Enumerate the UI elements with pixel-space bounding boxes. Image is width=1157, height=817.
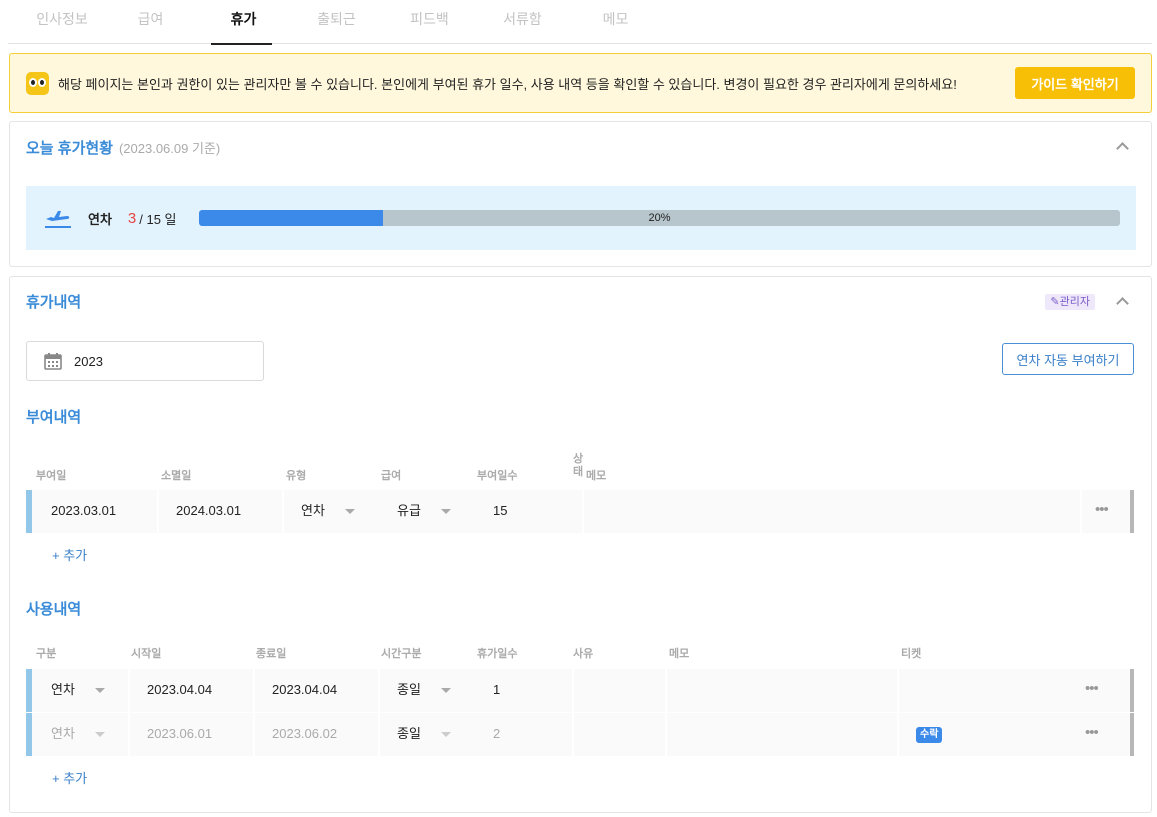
- leave-history-card: 휴가내역 ✎관리자 2023 연차 자동 부여하기 부여내역 부여일 소멸일 유…: [9, 276, 1152, 813]
- tab-hr-info[interactable]: 인사정보: [20, 0, 104, 44]
- usage-end-cell[interactable]: 2023.06.02: [272, 713, 337, 756]
- tab-bar: 인사정보 급여 휴가 출퇴근 피드백 서류함 메모: [8, 0, 1152, 45]
- auto-grant-button[interactable]: 연차 자동 부여하기: [1002, 343, 1134, 375]
- notice-text: 해당 페이지는 본인과 권한이 있는 관리자만 볼 수 있습니다. 본인에게 부…: [58, 76, 957, 92]
- grant-section-title: 부여내역: [26, 409, 82, 426]
- grant-header-date: 부여일: [36, 470, 67, 482]
- usage-end-cell[interactable]: 2023.04.04: [272, 669, 337, 712]
- calendar-icon: [44, 352, 62, 370]
- chevron-down-icon: [441, 688, 451, 693]
- chevron-down-icon: [441, 509, 451, 514]
- grant-header-pay: 급여: [381, 470, 402, 482]
- pay-select[interactable]: 유급: [397, 490, 421, 533]
- owl-icon: [26, 71, 49, 95]
- grant-header-days: 부여일수: [477, 470, 518, 482]
- total-days: / 15 일: [139, 211, 177, 227]
- more-options-icon[interactable]: •••: [1085, 713, 1099, 753]
- tab-salary[interactable]: 급여: [104, 0, 197, 44]
- usage-start-cell[interactable]: 2023.06.01: [147, 713, 212, 756]
- more-options-icon[interactable]: •••: [1085, 669, 1099, 709]
- chevron-down-icon: [95, 732, 105, 737]
- chevron-down-icon: [345, 509, 355, 514]
- leave-status-box: 연차 3 / 15 일 20%: [26, 186, 1136, 250]
- usage-time-select[interactable]: 종일: [397, 669, 421, 712]
- year-picker[interactable]: 2023: [26, 341, 264, 381]
- usage-start-cell[interactable]: 2023.04.04: [147, 669, 212, 712]
- usage-header-days: 휴가일수: [477, 648, 518, 660]
- grant-row: 2023.03.01 2024.03.01 연차 유급 15 •••: [26, 490, 1134, 533]
- add-usage-link[interactable]: + 추가: [52, 768, 87, 787]
- airplane-icon: [44, 205, 72, 231]
- admin-badge: ✎관리자: [1045, 294, 1095, 310]
- usage-header-ticket: 티켓: [901, 648, 922, 660]
- usage-days-cell[interactable]: 2: [493, 713, 500, 756]
- usage-header-reason: 사유: [573, 648, 594, 660]
- usage-type-select[interactable]: 연차: [51, 713, 75, 756]
- tab-attendance[interactable]: 출퇴근: [290, 0, 383, 44]
- add-grant-link[interactable]: + 추가: [52, 545, 87, 564]
- tab-documents[interactable]: 서류함: [476, 0, 569, 44]
- date-note: (2023.06.09 기준): [118, 141, 221, 156]
- chevron-down-icon: [441, 732, 451, 737]
- usage-days-cell[interactable]: 1: [493, 669, 500, 712]
- more-options-icon[interactable]: •••: [1095, 490, 1109, 530]
- grant-header-status: 상태: [573, 453, 584, 478]
- leave-type-label: 연차: [88, 211, 112, 227]
- usage-row: 연차 2023.04.04 2023.04.04 종일 1 •••: [26, 669, 1134, 712]
- usage-type-select[interactable]: 연차: [51, 669, 75, 712]
- usage-row: 연차 2023.06.01 2023.06.02 종일 2 수락 •••: [26, 713, 1134, 756]
- guide-button[interactable]: 가이드 확인하기: [1015, 67, 1135, 99]
- leave-history-title: 휴가내역: [26, 294, 82, 311]
- grant-days-cell[interactable]: 15: [493, 490, 507, 533]
- usage-header-memo: 메모: [669, 648, 690, 660]
- year-value: 2023: [74, 353, 103, 369]
- today-leave-title: 오늘 휴가현황 (2023.06.09 기준): [26, 140, 221, 157]
- usage-header-type: 구분: [36, 648, 57, 660]
- usage-header-start: 시작일: [131, 648, 162, 660]
- leave-progress-bar: 20%: [199, 210, 1120, 226]
- tab-feedback[interactable]: 피드백: [383, 0, 476, 44]
- ticket-approved-badge[interactable]: 수락: [916, 727, 943, 743]
- grant-header-expire: 소멸일: [161, 470, 192, 482]
- usage-section-title: 사용내역: [26, 601, 82, 618]
- today-leave-card: 오늘 휴가현황 (2023.06.09 기준) 연차 3 / 15 일 20%: [9, 121, 1152, 267]
- grant-date-cell[interactable]: 2023.03.01: [51, 490, 116, 533]
- used-days: 3: [127, 209, 137, 227]
- grant-header-memo: 메모: [586, 470, 607, 482]
- usage-time-select[interactable]: 종일: [397, 713, 421, 756]
- tab-memo[interactable]: 메모: [569, 0, 662, 44]
- tab-leave[interactable]: 휴가: [197, 0, 290, 45]
- type-select[interactable]: 연차: [301, 490, 325, 533]
- usage-header-end: 종료일: [256, 648, 287, 660]
- chevron-down-icon: [95, 688, 105, 693]
- progress-label: 20%: [648, 212, 671, 224]
- expire-date-cell[interactable]: 2024.03.01: [176, 490, 241, 533]
- grant-header-type: 유형: [286, 470, 307, 482]
- collapse-chevron-icon[interactable]: [1115, 294, 1129, 308]
- permission-notice: 해당 페이지는 본인과 권한이 있는 관리자만 볼 수 있습니다. 본인에게 부…: [9, 53, 1152, 113]
- usage-header-time: 시간구분: [381, 648, 422, 660]
- collapse-chevron-icon[interactable]: [1115, 139, 1129, 153]
